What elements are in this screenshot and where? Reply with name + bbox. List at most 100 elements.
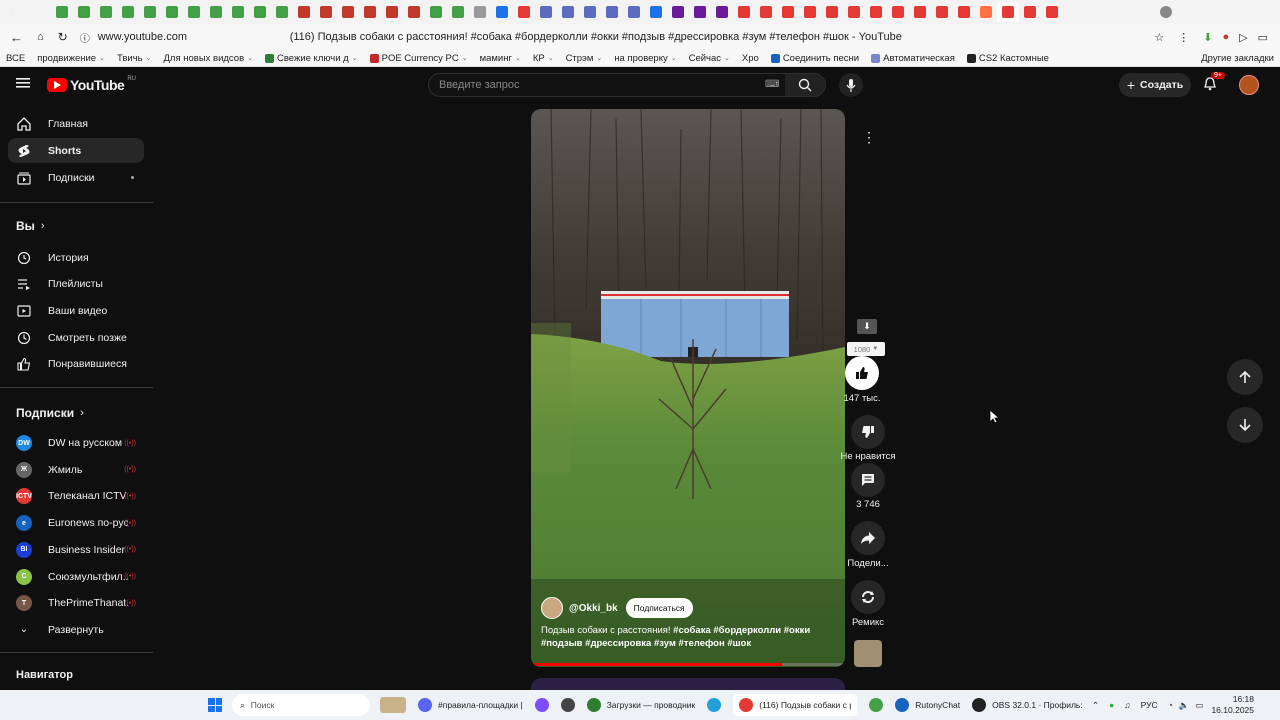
progress-fill[interactable]	[531, 663, 783, 666]
home-browser-icon[interactable]: ⌂	[37, 31, 44, 43]
browser-tab[interactable]	[249, 2, 271, 22]
clock[interactable]: 16:18 16.10.2025	[1211, 694, 1254, 716]
browser-tab[interactable]	[909, 2, 931, 22]
bookmark-item[interactable]: Сейчас ⌄	[689, 53, 730, 64]
bookmark-item[interactable]: КР ⌄	[533, 53, 554, 64]
window-menu-icon[interactable]: ◀	[0, 2, 20, 22]
taskbar-app-button[interactable]	[869, 698, 884, 712]
browser-tab[interactable]	[711, 2, 733, 22]
tab-list-icon[interactable]: ⌄	[24, 7, 32, 18]
bookmark-item[interactable]: Другие закладки	[1201, 53, 1274, 64]
tray-sound-app-icon[interactable]: ♫	[1124, 700, 1130, 710]
close-window-button[interactable]: ✕	[1261, 6, 1270, 19]
bookmark-item[interactable]: Автоматическая	[871, 53, 955, 64]
browser-tab[interactable]	[557, 2, 579, 22]
you-section-title[interactable]: Вы ›	[16, 219, 45, 233]
sidebar-item[interactable]: Главная	[8, 111, 144, 136]
browser-tab[interactable]	[403, 2, 425, 22]
browser-tab[interactable]	[293, 2, 315, 22]
browser-tab[interactable]	[623, 2, 645, 22]
browser-tab[interactable]	[117, 2, 139, 22]
browser-tab[interactable]	[601, 2, 623, 22]
sidebar-item[interactable]: Плейлисты	[8, 272, 144, 297]
bookmark-item[interactable]: POE Currency PC ⌄	[369, 53, 468, 64]
sound-thumbnail[interactable]	[854, 640, 882, 667]
site-info-icon[interactable]: ⓘ	[80, 30, 90, 45]
download-extension-button[interactable]: ⬇	[857, 319, 877, 334]
browser-tab[interactable]	[733, 2, 755, 22]
subscriptions-section-title[interactable]: Подписки ›	[16, 406, 84, 420]
extension-icon[interactable]: ●	[1222, 31, 1229, 43]
subscription-item[interactable]: DW DW на русском ((•))	[8, 431, 144, 456]
wifi-icon[interactable]: ◔	[1168, 700, 1173, 710]
browser-tab[interactable]	[821, 2, 843, 22]
like-button[interactable]	[845, 356, 879, 390]
start-button[interactable]	[208, 698, 222, 712]
sidebar-item[interactable]: Ваши видео	[8, 298, 144, 323]
menu-dots-icon[interactable]: ⋮	[1178, 31, 1189, 44]
browser-tab[interactable]	[645, 2, 667, 22]
browser-tab[interactable]	[513, 2, 535, 22]
taskbar-app-button[interactable]: RutonyChat	[895, 698, 960, 712]
expand-subscriptions-button[interactable]: ⌄ Развернуть	[8, 617, 144, 642]
sidebar-icon[interactable]: ▭	[1258, 31, 1268, 44]
search-box[interactable]: Введите запрос ⌨	[428, 73, 826, 97]
volume-icon[interactable]: 🔈	[1179, 700, 1190, 711]
battery-icon[interactable]: ▭	[1195, 700, 1203, 711]
subscription-item[interactable]: e Euronews по-рус...((•))	[8, 511, 144, 536]
search-button[interactable]	[785, 74, 825, 96]
account-avatar[interactable]	[1239, 75, 1259, 95]
bookmark-item[interactable]: маминг ⌄	[480, 53, 521, 64]
taskbar-widget-icon[interactable]	[380, 697, 406, 713]
sidebar-item[interactable]: История	[8, 245, 144, 270]
sidebar-item[interactable]: Shorts	[8, 138, 144, 163]
profile-icon[interactable]	[1160, 6, 1173, 18]
bookmark-item[interactable]: Для новых видсов ⌄	[163, 53, 253, 64]
browser-tab[interactable]	[381, 2, 403, 22]
previous-short-button[interactable]	[1227, 359, 1263, 395]
browser-tab[interactable]	[689, 2, 711, 22]
next-short-button[interactable]	[1227, 407, 1263, 443]
subscription-item[interactable]: С Союзмультфил... ((•))	[8, 564, 144, 589]
sidebar-item[interactable]: Понравившиеся	[8, 352, 144, 377]
taskbar-app-button[interactable]	[560, 698, 575, 712]
browser-tab[interactable]	[755, 2, 777, 22]
browser-tab[interactable]	[667, 2, 689, 22]
sidebar-item[interactable]: Смотреть позже	[8, 325, 144, 350]
more-actions-button[interactable]: ⋮	[857, 125, 881, 149]
browser-tab[interactable]	[139, 2, 161, 22]
taskbar-search[interactable]: ⌕ Поиск	[232, 694, 370, 716]
taskbar-app-button[interactable]: (116) Подзыв собаки с р	[733, 694, 858, 716]
bookmark-item[interactable]: на проверку ⌄	[614, 53, 676, 64]
browser-tab[interactable]	[799, 2, 821, 22]
browser-tab[interactable]	[51, 2, 73, 22]
browser-tab[interactable]	[359, 2, 381, 22]
browser-tab[interactable]	[469, 2, 491, 22]
bookmark-star-icon[interactable]: ☆	[1154, 31, 1164, 44]
back-icon[interactable]: ←	[10, 30, 23, 45]
subscription-item[interactable]: BI Business Insider ((•))	[8, 537, 144, 562]
youtube-logo[interactable]: YouTube RU	[47, 76, 136, 93]
browser-tab[interactable]	[183, 2, 205, 22]
browser-tab[interactable]	[73, 2, 95, 22]
keyboard-icon[interactable]: ⌨	[765, 79, 779, 90]
reload-icon[interactable]: ↻	[58, 30, 68, 44]
bookmark-item[interactable]: Свежие ключи д ⌄	[265, 53, 358, 64]
guide-menu-icon[interactable]	[16, 76, 30, 88]
channel-name[interactable]: @Okki_bk	[569, 603, 618, 614]
quality-select[interactable]: 1080 ▼	[847, 342, 885, 356]
browser-tab[interactable]	[997, 2, 1020, 22]
taskbar-app-button[interactable]: Загрузки — проводник	[586, 698, 695, 712]
taskbar-app-button[interactable]	[534, 698, 549, 712]
download-extension-icon[interactable]: ⬇	[1203, 31, 1212, 44]
voice-search-button[interactable]	[839, 73, 863, 97]
taskbar-app-button[interactable]	[707, 698, 722, 712]
subscription-item[interactable]: ICTV Телеканал ICTV ((•))	[8, 484, 144, 509]
browser-tab[interactable]	[579, 2, 601, 22]
browser-tab[interactable]	[447, 2, 469, 22]
bookmark-item[interactable]: ВСЕ	[6, 53, 25, 64]
taskbar-app-button[interactable]: OBS 32.0.1 · Профиль: F	[972, 698, 1084, 712]
bookmark-item[interactable]: Хро	[742, 53, 759, 64]
channel-avatar[interactable]	[541, 597, 563, 619]
tray-app-icon[interactable]: ●	[1109, 700, 1114, 710]
